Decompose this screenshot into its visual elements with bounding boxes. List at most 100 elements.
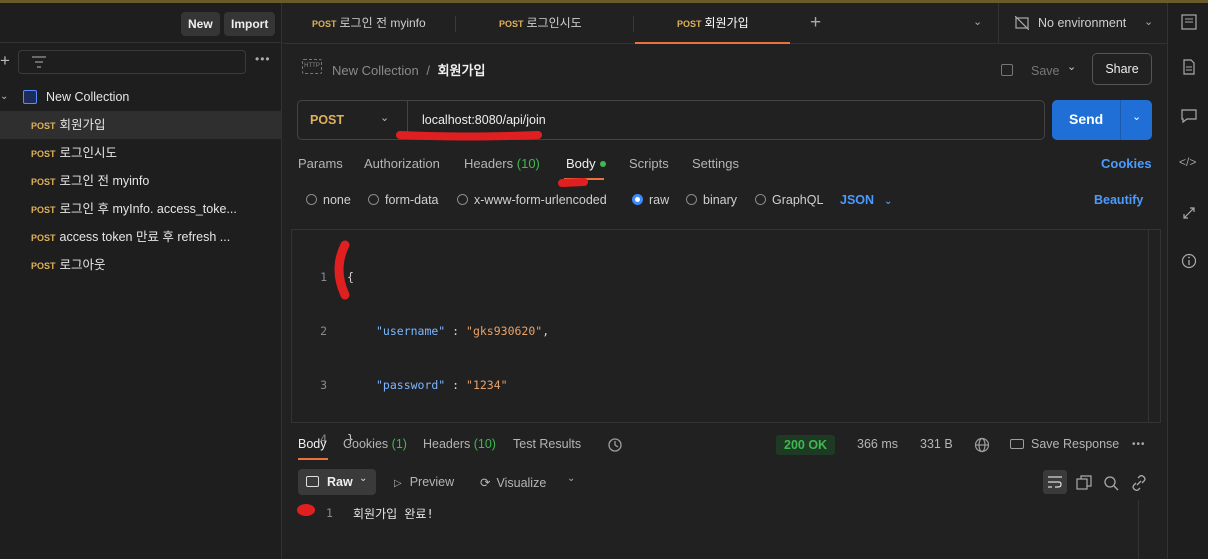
tab-params[interactable]: Params: [298, 156, 343, 171]
play-icon: ▷: [394, 478, 402, 489]
share-button[interactable]: Share: [1092, 53, 1152, 85]
response-tab-cookies[interactable]: Cookies (1): [343, 437, 407, 451]
tab-join-active[interactable]: POST 회원가입: [635, 3, 790, 44]
method-label: POST: [31, 233, 56, 243]
sidebar-item-join[interactable]: POST 회원가입: [0, 111, 282, 139]
comments-icon[interactable]: [1181, 108, 1197, 124]
globe-icon[interactable]: [974, 437, 990, 453]
breadcrumb-collection[interactable]: New Collection: [332, 63, 419, 78]
tab-login[interactable]: POST 로그인시도: [499, 3, 582, 44]
response-more-icon[interactable]: •••: [1132, 439, 1146, 450]
info-icon[interactable]: [1181, 253, 1197, 269]
save-button[interactable]: Save: [1001, 57, 1060, 85]
request-title[interactable]: 회원가입: [438, 63, 486, 78]
chevron-down-icon: ⌄: [380, 112, 390, 124]
tab-myinfo-before[interactable]: POST 로그인 전 myinfo: [312, 3, 426, 44]
tab-headers[interactable]: Headers (10): [464, 156, 540, 171]
sidebar-item-refresh[interactable]: POST access token 만료 후 refresh ...: [0, 223, 282, 251]
code-key: "password": [376, 378, 446, 392]
filter-input[interactable]: [18, 50, 246, 74]
import-button[interactable]: Import: [224, 12, 276, 36]
cookies-link[interactable]: Cookies: [1101, 156, 1152, 171]
save-options-chevron-icon[interactable]: ⌄: [1067, 60, 1076, 73]
related-collections-icon[interactable]: [1181, 205, 1197, 221]
wrap-lines-button[interactable]: [1043, 470, 1067, 494]
sidebar-toolbar: + •••: [0, 43, 281, 81]
response-tab-headers[interactable]: Headers (10): [423, 437, 496, 451]
beautify-link[interactable]: Beautify: [1094, 193, 1143, 207]
search-icon[interactable]: [1103, 475, 1119, 491]
send-label: Send: [1069, 111, 1104, 127]
more-options-icon[interactable]: •••: [255, 52, 271, 66]
radio-form-data[interactable]: form-data: [368, 193, 439, 207]
sidebar-item-logout[interactable]: POST 로그아웃: [0, 251, 282, 279]
raw-view-select[interactable]: Raw ⌄: [298, 469, 376, 495]
tabs-dropdown-icon[interactable]: ⌄: [973, 15, 982, 28]
method-select[interactable]: POST ⌄: [298, 101, 408, 139]
radio-raw[interactable]: raw: [632, 193, 669, 207]
environment-selector[interactable]: No environment ⌄: [998, 3, 1167, 44]
radio-urlencoded[interactable]: x-www-form-urlencoded: [457, 193, 607, 207]
send-button[interactable]: Send ⌄: [1052, 100, 1152, 140]
visualize-chevron-icon[interactable]: ⌄: [567, 473, 575, 484]
save-response-icon: [1010, 439, 1024, 449]
radio-graphql[interactable]: GraphQL: [755, 193, 823, 207]
sidebar-item-myinfo-after[interactable]: POST 로그인 후 myInfo. access_toke...: [0, 195, 282, 223]
radio-circle: [755, 194, 766, 205]
preview-button[interactable]: ▷ Preview: [394, 475, 454, 489]
sidebar-item-login[interactable]: POST 로그인시도: [0, 139, 282, 167]
plus-icon[interactable]: +: [0, 51, 10, 71]
radio-binary[interactable]: binary: [686, 193, 737, 207]
response-size[interactable]: 331 B: [920, 437, 953, 451]
code-icon[interactable]: </>: [1179, 155, 1196, 169]
save-response-button[interactable]: Save Response: [1010, 437, 1119, 451]
tab-scripts[interactable]: Scripts: [629, 156, 669, 171]
radio-circle: [457, 194, 468, 205]
history-icon[interactable]: [607, 437, 623, 453]
new-button[interactable]: New: [181, 12, 220, 36]
radio-circle: [368, 194, 379, 205]
save-icon: [1001, 64, 1013, 76]
radio-label: none: [323, 193, 351, 207]
tab-settings[interactable]: Settings: [692, 156, 739, 171]
copy-icon[interactable]: [1076, 475, 1092, 491]
response-tab-body[interactable]: Body: [298, 437, 327, 451]
editor-scrollbar[interactable]: [1148, 230, 1160, 422]
format-select[interactable]: JSON ⌄: [840, 193, 892, 207]
code-comma: ,: [542, 324, 550, 338]
method-label: POST: [31, 177, 56, 187]
annotation-underline: [396, 131, 542, 141]
visualize-button[interactable]: ⟳ Visualize: [480, 475, 546, 490]
response-tab-underline: [298, 458, 328, 460]
chevron-down-icon: ⌄: [1144, 16, 1154, 28]
send-options-chevron-icon[interactable]: ⌄: [1132, 110, 1141, 123]
response-tab-test-results[interactable]: Test Results: [513, 437, 581, 451]
line-number: 3: [320, 378, 327, 392]
radio-none[interactable]: none: [306, 193, 351, 207]
response-scrollbar[interactable]: [1138, 500, 1150, 559]
radio-circle: [686, 194, 697, 205]
collection-row[interactable]: ⌄ New Collection: [0, 83, 282, 111]
radio-label: x-www-form-urlencoded: [474, 193, 607, 207]
method-label: POST: [677, 19, 702, 29]
line-number: 1: [320, 270, 327, 284]
response-text[interactable]: 회원가입 완료!: [353, 505, 434, 522]
link-icon[interactable]: [1131, 475, 1147, 491]
response-headers-count: (10): [473, 437, 496, 451]
http-icon: HTTP: [302, 59, 322, 74]
documentation-icon[interactable]: [1181, 59, 1197, 75]
new-tab-plus-icon[interactable]: +: [810, 12, 821, 34]
save-response-label: Save Response: [1031, 437, 1120, 451]
url-input[interactable]: localhost:8080/api/join: [422, 113, 546, 127]
request-tabbar: POST 로그인 전 myinfo POST 로그인시도 POST 회원가입 + ⌄ …: [283, 3, 1167, 44]
layout-icon[interactable]: [1181, 14, 1197, 30]
sidebar-item-myinfo-before[interactable]: POST 로그인 전 myinfo: [0, 167, 282, 195]
raw-label: Raw: [327, 475, 353, 489]
visualize-label: Visualize: [496, 476, 547, 490]
method-value: POST: [310, 113, 345, 127]
response-time[interactable]: 366 ms: [857, 437, 898, 451]
filter-icon: [32, 56, 46, 68]
status-badge[interactable]: 200 OK: [776, 435, 836, 455]
tab-authorization[interactable]: Authorization: [364, 156, 440, 171]
tab-body[interactable]: Body: [566, 156, 606, 171]
